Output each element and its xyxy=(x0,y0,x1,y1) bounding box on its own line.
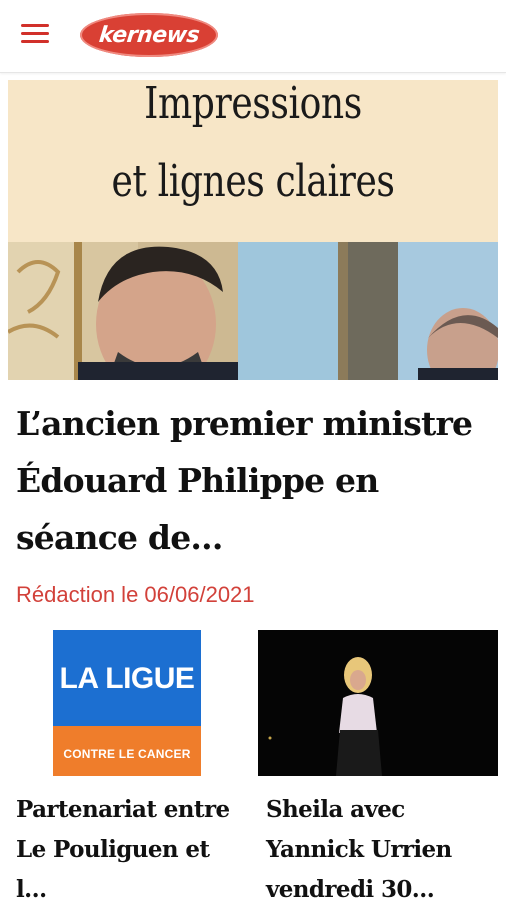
la-ligue-logo-image[interactable]: LA LIGUE CONTRE LE CANCER xyxy=(53,630,201,776)
app-header: kernews xyxy=(0,0,506,73)
menu-bar xyxy=(21,24,49,27)
hamburger-menu-icon[interactable] xyxy=(18,20,52,50)
concert-photo[interactable] xyxy=(258,630,498,776)
menu-bar xyxy=(21,40,49,43)
hero-headline[interactable]: L’ancien premier ministre Édouard Philip… xyxy=(16,395,486,566)
logo-text: kernews xyxy=(97,22,201,48)
hero-byline: Rédaction le 06/06/2021 xyxy=(16,582,255,607)
singer-on-stage-illustration xyxy=(258,630,498,776)
menu-bar xyxy=(21,32,49,35)
hero-photo[interactable] xyxy=(8,242,498,380)
banner-title-line1: Impressions xyxy=(144,80,362,129)
kernews-logo[interactable]: kernews xyxy=(80,13,218,57)
hero-photo-illustration xyxy=(8,242,498,380)
card-title[interactable]: Partenariat entre Le Pouliguen et l… xyxy=(16,790,241,910)
hero-banner-image: Impressions et lignes claires xyxy=(8,80,498,242)
banner-title-line2: et lignes claires xyxy=(111,156,395,207)
logo-title: LA LIGUE xyxy=(59,662,195,695)
logo-subtitle: CONTRE LE CANCER xyxy=(63,747,191,761)
card-title[interactable]: Sheila avec Yannick Urrien vendredi 30… xyxy=(266,790,498,910)
